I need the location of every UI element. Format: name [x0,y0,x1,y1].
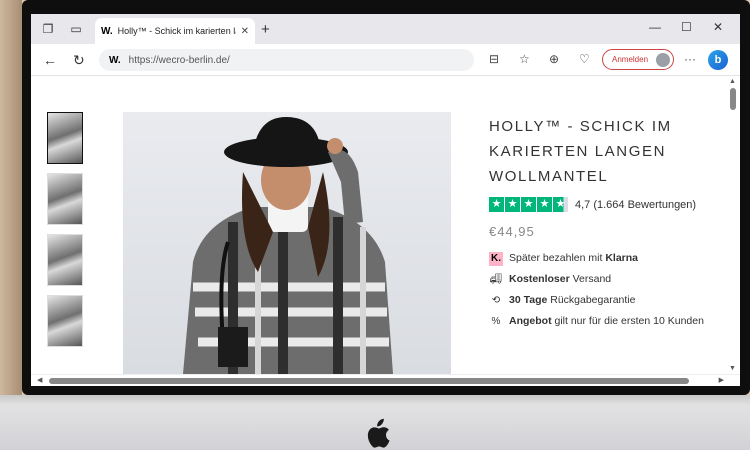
product-title-line: HOLLY™ - SCHICK IM [489,118,672,135]
feature-text: Später bezahlen mit Klarna [509,252,638,264]
web-page: HOLLY™ - SCHICK IM KARIERTEN LANGEN WOLL… [31,76,740,374]
feature-text: Kostenloser Versand [509,273,612,285]
scroll-up-icon[interactable]: ▲ [729,78,736,85]
workspaces-icon[interactable]: ❐ [41,22,55,36]
return-icon: ⟲ [491,295,501,306]
tab-close-icon[interactable]: ✕ [241,26,249,37]
back-arrow-icon[interactable]: ← [43,52,57,68]
product-title: HOLLY™ - SCHICK IM KARIERTEN LANGEN WOLL… [489,114,729,189]
rating-text: 4,7 (1.664 Bewertungen) [575,198,697,211]
tab-active[interactable]: W. Holly™ - Schick im karierten lang ✕ [95,18,255,44]
scroll-right-icon[interactable]: ▶ [719,376,724,384]
thumbnail-item[interactable] [47,173,83,225]
klarna-icon: K. [489,252,503,266]
tab-bar: ❐ ▭ W. Holly™ - Schick im karierten lang… [31,14,740,44]
percent-icon: % [491,316,501,327]
trustpilot-stars: ★ ★ ★ ★ ★ [489,197,568,212]
thumbnail-list [47,112,85,356]
vertical-scrollbar[interactable]: ▲ ▼ [726,76,740,374]
product-title-line: WOLLMANTEL [489,168,609,185]
thumbnail-item[interactable] [47,112,83,164]
feature-text: 30 Tage Rückgabegarantie [509,294,636,306]
apple-logo-icon [367,418,390,448]
more-menu-icon[interactable]: ··· [684,52,696,66]
site-identity-icon: W. [109,54,121,66]
signin-label: Anmelden [612,55,649,64]
copilot-icon[interactable]: b [708,50,728,70]
refresh-icon[interactable]: ↻ [73,52,85,69]
product-price: €44,95 [489,224,535,239]
feature-returns: ⟲ 30 Tage Rückgabegarantie [489,293,729,308]
tab-favicon-icon: W. [101,25,113,37]
new-tab-icon[interactable]: + [261,21,270,38]
address-bar[interactable]: W. https://wecro-berlin.de/ [99,49,474,71]
star-icon: ★ [489,197,504,212]
tab-actions-icon[interactable]: ▭ [69,22,83,36]
maximize-icon[interactable]: ☐ [681,20,692,34]
feature-klarna: K. Später bezahlen mit Klarna [489,251,729,266]
url-text: https://wecro-berlin.de/ [128,54,230,66]
minimize-icon[interactable]: — [649,20,661,34]
tab-title: Holly™ - Schick im karierten lang [117,26,236,36]
avatar [656,52,670,67]
thumbnail-item[interactable] [47,234,83,286]
horizontal-scrollbar[interactable]: ◀ ▶ [31,374,740,386]
star-icon: ★ [537,197,552,212]
scroll-thumb[interactable] [730,88,736,110]
scroll-left-icon[interactable]: ◀ [37,376,42,384]
scroll-down-icon[interactable]: ▼ [729,365,736,372]
star-half-icon: ★ [553,197,568,212]
favorite-star-icon[interactable]: ☆ [519,52,530,66]
model-photo [183,117,393,374]
favorites-list-icon[interactable]: ⊕ [549,52,559,66]
feature-offer: % Angebot gilt nur für die ersten 10 Kun… [489,314,729,329]
scroll-thumb[interactable] [49,378,689,384]
signin-button[interactable]: Anmelden [602,49,674,70]
thumbnail-item[interactable] [47,295,83,347]
product-image[interactable] [123,112,451,374]
feature-shipping: 🚚︎ Kostenloser Versand [489,272,729,287]
rating-row[interactable]: ★ ★ ★ ★ ★ 4,7 (1.664 Bewertungen) [489,197,729,212]
feature-text: Angebot gilt nur für die ersten 10 Kunde… [509,315,704,327]
browser-window: ❐ ▭ W. Holly™ - Schick im karierten lang… [31,14,740,386]
star-icon: ★ [521,197,536,212]
reader-view-icon[interactable]: ⊟ [489,52,499,66]
close-window-icon[interactable]: ✕ [713,20,723,34]
truck-icon: 🚚︎ [489,274,503,285]
feature-list: K. Später bezahlen mit Klarna 🚚︎ Kostenl… [489,251,729,329]
browser-toolbar: ← ↻ W. https://wecro-berlin.de/ ⊟ ☆ ⊕ ♡ … [31,44,740,76]
product-info: HOLLY™ - SCHICK IM KARIERTEN LANGEN WOLL… [489,114,729,335]
browser-essentials-icon[interactable]: ♡ [579,52,590,66]
product-title-line: KARIERTEN LANGEN [489,143,667,160]
star-icon: ★ [505,197,520,212]
background-wall [0,0,22,395]
